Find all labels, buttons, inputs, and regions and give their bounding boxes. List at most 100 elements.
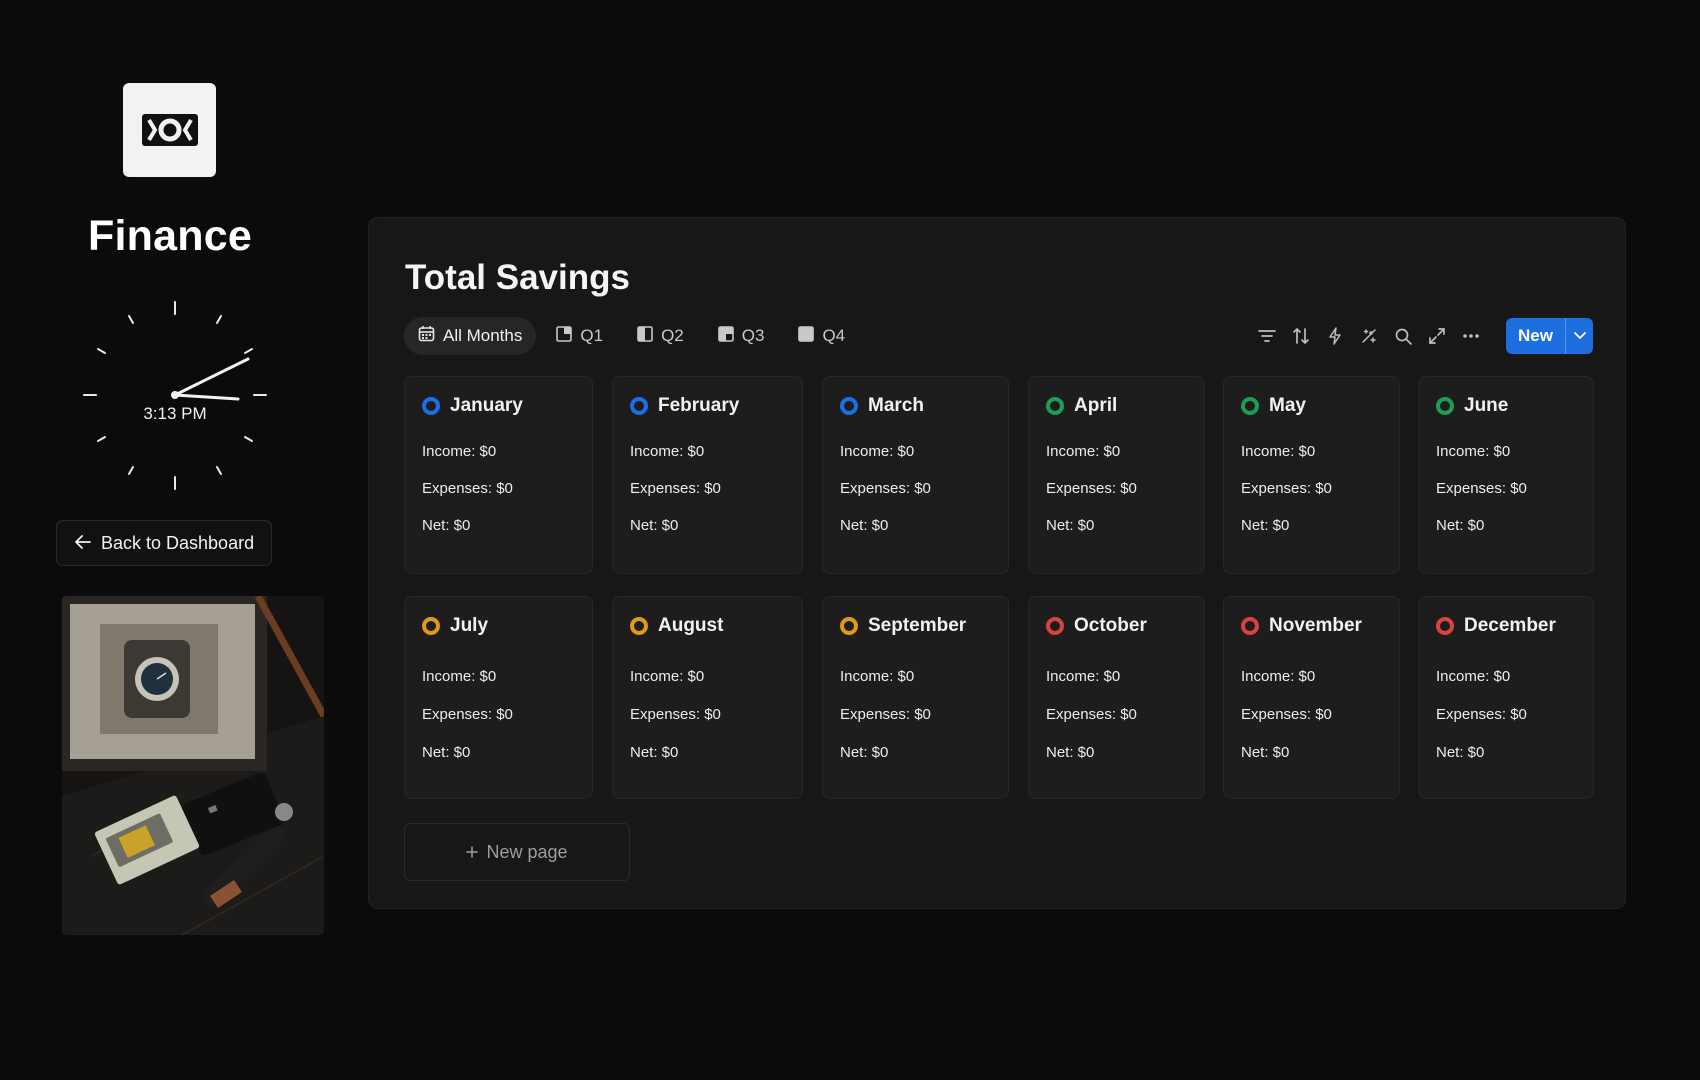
new-button-label: New [1518,326,1553,345]
month-name: August [658,615,724,636]
month-card-header: September [840,615,966,637]
month-expenses: Expenses: $0 [1046,706,1137,723]
month-income: Income: $0 [630,443,705,460]
month-card-july[interactable]: July Income: $0 Expenses: $0 Net: $0 [404,596,593,799]
page: Finance 3:13 PM Back to Dashboard Total … [0,0,1700,1080]
new-page-button[interactable]: New page [404,823,630,881]
month-name: April [1074,395,1118,416]
watch-photo [62,596,324,935]
month-name: September [868,615,967,636]
month-card-header: December [1436,615,1556,637]
back-to-dashboard-button[interactable]: Back to Dashboard [56,520,272,566]
month-card-header: October [1046,615,1147,637]
status-dot-icon [1241,397,1259,415]
month-net: Net: $0 [1436,517,1485,534]
month-name: July [450,615,489,636]
quarter-icon [637,325,653,347]
status-dot-icon [1436,617,1454,635]
month-name: March [868,395,924,416]
month-card-september[interactable]: September Income: $0 Expenses: $0 Net: $0 [822,596,1009,799]
month-card-header: February [630,395,739,417]
month-card-may[interactable]: May Income: $0 Expenses: $0 Net: $0 [1223,376,1400,574]
month-expenses: Expenses: $0 [840,706,931,723]
status-dot-icon [422,617,440,635]
month-name: December [1464,615,1556,636]
month-name: June [1464,395,1509,416]
tab-q2[interactable]: Q2 [623,317,698,355]
sort-icon[interactable] [1290,325,1312,347]
quarter-icon [556,325,573,347]
month-net: Net: $0 [840,517,889,534]
month-name: January [450,395,523,416]
tab-q3[interactable]: Q3 [704,317,779,355]
month-card-march[interactable]: March Income: $0 Expenses: $0 Net: $0 [822,376,1009,574]
tab-all-months[interactable]: All Months [404,317,537,355]
month-card-header: April [1046,395,1117,417]
month-net: Net: $0 [1436,744,1485,761]
app-title: Finance [88,212,252,260]
ai-icon[interactable] [1358,325,1380,347]
month-name: October [1074,615,1147,636]
month-net: Net: $0 [630,744,679,761]
month-card-april[interactable]: April Income: $0 Expenses: $0 Net: $0 [1028,376,1205,574]
month-expenses: Expenses: $0 [1241,480,1332,497]
month-card-february[interactable]: February Income: $0 Expenses: $0 Net: $0 [612,376,803,574]
automation-icon[interactable] [1324,325,1346,347]
month-card-august[interactable]: August Income: $0 Expenses: $0 Net: $0 [612,596,803,799]
month-expenses: Expenses: $0 [1241,706,1332,723]
month-expenses: Expenses: $0 [1436,706,1527,723]
tab-q1[interactable]: Q1 [542,317,617,355]
clock-icon [83,301,267,490]
chevron-down-icon[interactable] [1565,318,1593,354]
month-expenses: Expenses: $0 [630,480,721,497]
month-expenses: Expenses: $0 [1046,480,1137,497]
month-card-header: November [1241,615,1362,637]
month-card-header: August [630,615,723,637]
expand-icon[interactable] [1426,325,1448,347]
month-card-header: July [422,615,488,637]
month-net: Net: $0 [422,517,471,534]
status-dot-icon [422,397,440,415]
month-income: Income: $0 [840,443,915,460]
month-income: Income: $0 [1241,668,1316,685]
money-logo-icon [123,83,216,177]
month-net: Net: $0 [1241,517,1290,534]
month-name: February [658,395,740,416]
clock-time: 3:13 PM [143,404,207,423]
month-card-december[interactable]: December Income: $0 Expenses: $0 Net: $0 [1418,596,1594,799]
month-card-november[interactable]: November Income: $0 Expenses: $0 Net: $0 [1223,596,1400,799]
month-income: Income: $0 [1436,443,1511,460]
month-net: Net: $0 [630,517,679,534]
more-icon[interactable] [1460,325,1482,347]
month-net: Net: $0 [840,744,889,761]
month-card-header: March [840,395,924,417]
tab-q4[interactable]: Q4 [784,317,859,355]
back-to-dashboard-label: Back to Dashboard [101,532,255,553]
tab-label: Q4 [822,326,846,345]
new-button[interactable]: New [1506,318,1593,354]
month-net: Net: $0 [1046,517,1095,534]
view-tabs: All Months Q1 Q2 Q3 Q4 [404,317,859,355]
month-net: Net: $0 [1046,744,1095,761]
month-income: Income: $0 [1436,668,1511,685]
month-card-january[interactable]: January Income: $0 Expenses: $0 Net: $0 [404,376,593,574]
quarter-icon [717,325,734,347]
month-name: May [1269,395,1306,416]
savings-panel: Total Savings All Months Q1 Q2 Q3 Q4 New… [368,217,1626,909]
month-income: Income: $0 [422,443,497,460]
panel-title: Total Savings [405,258,630,297]
arrow-left-icon [75,533,91,554]
month-card-october[interactable]: October Income: $0 Expenses: $0 Net: $0 [1028,596,1205,799]
toolbar: New [1256,318,1593,354]
month-card-header: June [1436,395,1508,417]
month-expenses: Expenses: $0 [422,480,513,497]
month-card-header: May [1241,395,1306,417]
month-card-header: January [422,395,523,417]
search-icon[interactable] [1392,325,1414,347]
status-dot-icon [1241,617,1259,635]
status-dot-icon [630,397,648,415]
plus-icon [466,842,479,863]
month-net: Net: $0 [422,744,471,761]
month-card-june[interactable]: June Income: $0 Expenses: $0 Net: $0 [1418,376,1594,574]
filter-icon[interactable] [1256,325,1278,347]
